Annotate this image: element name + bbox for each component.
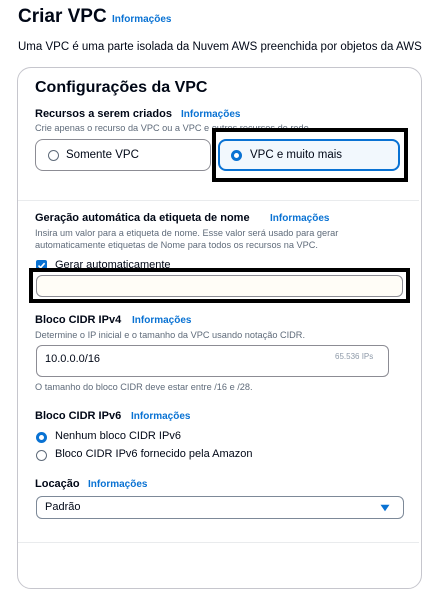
vpc-only-radio[interactable] <box>48 150 59 161</box>
page-description: Uma VPC é uma parte isolada da Nuvem AWS… <box>18 41 422 53</box>
name-tag-label: Geração automática da etiqueta de nome <box>35 212 250 224</box>
ipv4-cidr-description: Determine o IP inicial e o tamanho da VP… <box>35 330 305 340</box>
page-info-link[interactable]: Informações <box>112 14 171 25</box>
name-tag-input[interactable] <box>36 275 403 297</box>
page-title: Criar VPC <box>18 6 107 27</box>
section-divider <box>18 200 419 201</box>
resources-label: Recursos a serem criados <box>35 108 172 120</box>
name-tag-description-1: Insira um valor para a etiqueta de nome.… <box>35 228 339 238</box>
section-divider-bottom <box>18 542 419 543</box>
tenancy-value: Padrão <box>45 501 81 513</box>
vpc-only-label: Somente VPC <box>66 149 139 161</box>
option-vpc-only[interactable]: Somente VPC <box>35 139 211 171</box>
ipv4-cidr-label: Bloco CIDR IPv4 <box>35 314 122 326</box>
ipv4-cidr-constraint: O tamanho do bloco CIDR deve estar entre… <box>35 382 253 392</box>
caret-down-icon[interactable] <box>380 504 390 512</box>
vpc-settings-title: Configurações da VPC <box>35 79 208 96</box>
name-tag-info-link[interactable]: Informações <box>270 213 329 224</box>
ipv4-cidr-info-link[interactable]: Informações <box>132 315 191 326</box>
ipv6-cidr-label: Bloco CIDR IPv6 <box>35 410 122 422</box>
ipv6-amazon-radio[interactable] <box>36 450 47 461</box>
ipv6-none-radio[interactable] <box>36 432 47 443</box>
ipv4-cidr-value: 10.0.0.0/16 <box>45 353 101 365</box>
ipv6-amazon-label: Bloco CIDR IPv6 fornecido pela Amazon <box>55 448 253 460</box>
highlight-frame <box>212 128 408 182</box>
tenancy-info-link[interactable]: Informações <box>88 479 147 490</box>
tenancy-label: Locação <box>35 478 80 490</box>
name-tag-description-2: automaticamente etiquetas de Nome para t… <box>35 240 318 250</box>
resources-info-link[interactable]: Informações <box>181 109 240 120</box>
ipv4-ip-count: 65.536 IPs <box>335 352 374 361</box>
tenancy-select[interactable] <box>36 496 404 519</box>
ipv6-cidr-info-link[interactable]: Informações <box>131 411 190 422</box>
ipv6-none-label: Nenhum bloco CIDR IPv6 <box>55 430 181 442</box>
